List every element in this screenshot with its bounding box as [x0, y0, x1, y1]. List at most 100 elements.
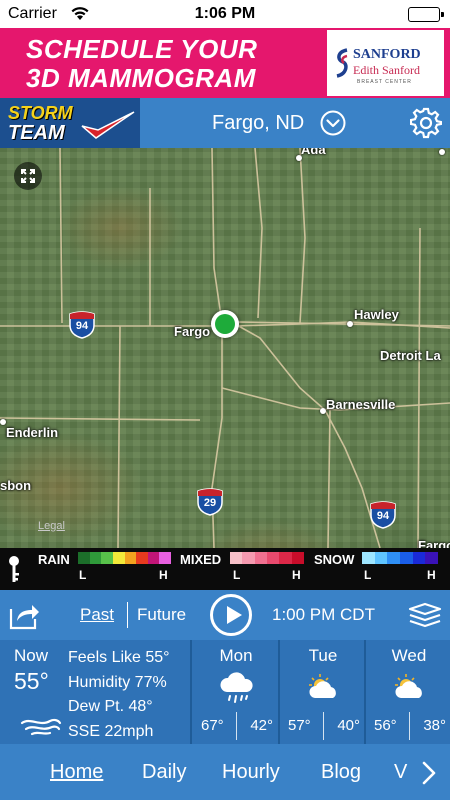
ad-line-1: SCHEDULE YOUR	[26, 34, 258, 64]
interstate-shield: 29	[196, 488, 224, 516]
hi-lo-divider	[323, 712, 324, 740]
ad-banner[interactable]: SCHEDULE YOUR 3D MAMMOGRAM SANFORD Edith…	[0, 28, 450, 98]
ad-headline: SCHEDULE YOUR 3D MAMMOGRAM	[26, 35, 257, 93]
place-label-lisbon: sbon	[0, 478, 32, 493]
chevron-down-circle-icon[interactable]	[320, 110, 346, 136]
place-label-fergus: Fargo	[418, 538, 450, 548]
forecast-high: 56°	[374, 717, 397, 734]
legend-snow-label: SNOW	[314, 552, 355, 567]
legend-rain-label: RAIN	[38, 552, 70, 567]
radar-timestamp: 1:00 PM CDT	[272, 605, 375, 624]
forecast-day-mon[interactable]: Mon 67° 42°	[193, 640, 279, 744]
logo-team-text: TEAM	[8, 122, 65, 144]
location-title[interactable]: Fargo, ND	[212, 112, 304, 135]
legend-color-step	[89, 552, 102, 564]
key-icon[interactable]	[6, 554, 22, 584]
nav-blog[interactable]: Blog	[321, 761, 361, 784]
place-label-enderlin: Enderlin	[6, 425, 59, 440]
interstate-shield: 94	[68, 311, 96, 339]
nav-hourly[interactable]: Hourly	[222, 761, 280, 784]
place-dot	[347, 321, 353, 327]
legend-rain-high: H	[159, 568, 168, 582]
nav-home[interactable]: Home	[50, 761, 103, 784]
legend-color-step	[159, 552, 171, 564]
nav-video[interactable]: V	[394, 761, 407, 784]
forecast-day-name: Wed	[391, 646, 427, 665]
radar-legend: RAIN L H MIXED L H SNOW L H	[0, 548, 450, 590]
legend-snow-scale	[362, 552, 439, 564]
legend-color-step	[266, 552, 280, 564]
wind: SSE 22mph	[68, 722, 154, 740]
legend-color-step	[291, 552, 304, 564]
conditions-panel: Now 55° Feels Like 55° Humidity 77% Dew …	[0, 640, 450, 744]
place-dot	[439, 149, 445, 155]
nav-daily[interactable]: Daily	[142, 761, 186, 784]
dew-point: Dew Pt. 48°	[68, 698, 153, 715]
wind-icon	[20, 718, 62, 736]
legend-color-step	[362, 552, 375, 564]
app-header: STORM TEAM Fargo, ND	[0, 98, 450, 148]
place-label-ada: Ada	[301, 148, 326, 157]
legend-color-step	[374, 552, 388, 564]
current-location-marker-icon[interactable]	[211, 310, 239, 338]
playback-bar: Past Future 1:00 PM CDT	[0, 590, 450, 640]
hi-lo-divider	[409, 712, 410, 740]
status-time: 1:06 PM	[194, 5, 256, 22]
place-label-hawley: Hawley	[354, 307, 399, 322]
now-label: Now	[14, 646, 49, 665]
sanford-name: SANFORD	[353, 47, 421, 62]
sanford-subtitle: Edith Sanford	[353, 63, 420, 77]
legend-color-step	[400, 552, 413, 564]
forecast-low: 38°	[423, 717, 446, 734]
storm-team-logo: STORM TEAM	[0, 98, 140, 148]
legend-mixed-scale	[230, 552, 304, 564]
place-label-detroit-lakes: Detroit La	[380, 348, 441, 363]
past-toggle[interactable]: Past	[80, 605, 114, 625]
sanford-small-text: BREAST CENTER	[357, 79, 412, 85]
battery-icon	[408, 7, 444, 22]
legend-color-step	[124, 552, 137, 564]
logo-storm-text: STORM	[8, 103, 73, 123]
legend-color-step	[136, 552, 148, 564]
legend-color-step	[425, 552, 439, 564]
legend-mixed-high: H	[292, 568, 301, 582]
legend-mixed-low: L	[233, 568, 241, 582]
forecast-day-wed[interactable]: Wed 56° 38°	[366, 640, 450, 744]
layers-icon[interactable]	[408, 602, 442, 630]
expand-icon[interactable]	[14, 162, 42, 190]
forecast-high: 67°	[201, 717, 224, 734]
place-label-barnesville: Barnesville	[326, 397, 396, 412]
forecast-day-tue[interactable]: Tue 57° 40°	[280, 640, 366, 744]
current-details: Feels Like 55° Humidity 77% Dew Pt. 48° …	[68, 646, 170, 744]
hi-lo-divider	[236, 712, 237, 740]
bottom-nav: Home Daily Hourly Blog V	[0, 744, 450, 800]
legend-rain-scale	[78, 552, 171, 564]
partly-cloudy-icon	[395, 674, 422, 698]
humidity: Humidity 77%	[68, 673, 167, 691]
legend-color-step	[254, 552, 267, 564]
forecast-high: 57°	[288, 717, 311, 734]
toggle-divider	[127, 602, 128, 628]
future-toggle[interactable]: Future	[137, 605, 186, 625]
sanford-logo: SANFORD Edith Sanford BREAST CENTER	[327, 30, 444, 96]
legend-rain-low: L	[79, 568, 87, 582]
play-button[interactable]	[210, 594, 252, 636]
interstate-shield: 94	[369, 501, 397, 529]
nav-more-button[interactable]	[412, 756, 444, 790]
map-legal-link[interactable]: Legal	[38, 520, 65, 532]
forecast-day-name: Tue	[308, 646, 338, 665]
gear-icon[interactable]	[410, 107, 442, 139]
forecast-day-name: Mon	[219, 646, 253, 665]
place-label-fargo: Fargo	[174, 324, 211, 339]
legend-color-step	[387, 552, 401, 564]
panel-divider	[190, 640, 192, 744]
legend-color-step	[112, 552, 125, 564]
legend-color-step	[279, 552, 292, 564]
legend-color-step	[242, 552, 255, 564]
share-icon[interactable]	[8, 599, 40, 631]
radar-map[interactable]: Ada Hawley Fargo Detroit La Barnesville …	[0, 148, 450, 548]
forecast-low: 42°	[250, 717, 273, 734]
feels-like: Feels Like 55°	[68, 649, 170, 666]
logo-checkmark-icon	[81, 111, 135, 139]
current-conditions[interactable]: Now 55° Feels Like 55° Humidity 77% Dew …	[0, 640, 190, 744]
